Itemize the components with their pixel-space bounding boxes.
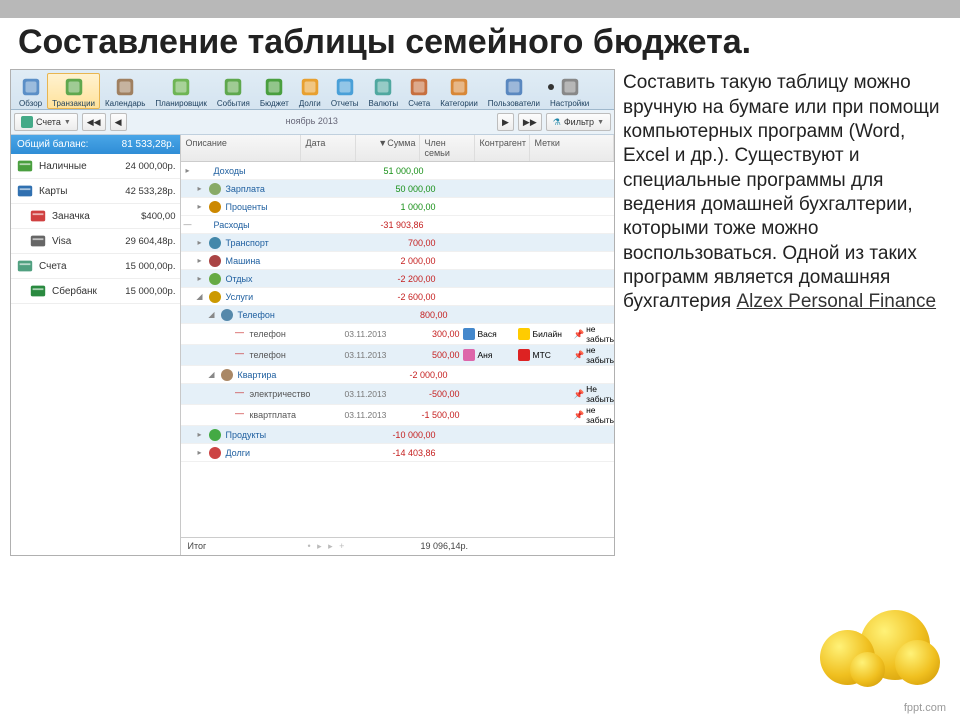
- table-footer: Итог • ▸ ▸ + 19 096,14р.: [181, 537, 614, 555]
- table-row[interactable]: —Расходы-31 903,86: [181, 216, 614, 234]
- account-item[interactable]: Счета15 000,00р.: [11, 254, 180, 279]
- table-row[interactable]: ▸Машина2 000,00: [181, 252, 614, 270]
- table-row[interactable]: ◢Услуги-2 600,00: [181, 288, 614, 306]
- toolbar-categories-button[interactable]: Категории: [435, 73, 483, 109]
- narrative-text: Составить такую таблицу можно вручную на…: [623, 69, 950, 556]
- table-row[interactable]: ▸Зарплата50 000,00: [181, 180, 614, 198]
- app-window: ОбзорТранзакцииКалендарьПланировщикСобыт…: [10, 69, 615, 556]
- bullet-icon: [548, 84, 554, 90]
- slide-title: Составление таблицы семейного бюджета.: [0, 18, 960, 61]
- toolbar-users-button[interactable]: Пользователи: [483, 73, 545, 109]
- next-month-button[interactable]: ▶▶: [518, 113, 542, 131]
- toolbar-debts-button[interactable]: Долги: [294, 73, 326, 109]
- accounts-sidebar: Общий баланс: 81 533,28р. Наличные24 000…: [11, 135, 181, 555]
- table-row[interactable]: —телефон03.11.2013500,00АняМТС📌 не забыт…: [181, 345, 614, 366]
- table-row[interactable]: —телефон03.11.2013300,00ВасяБилайн📌 не з…: [181, 324, 614, 345]
- month-label: ноябрь 2013: [131, 113, 493, 131]
- account-item[interactable]: Карты42 533,28р.: [11, 179, 180, 204]
- next-button[interactable]: ▶: [497, 113, 514, 131]
- coins-illustration: [810, 600, 950, 690]
- toolbar-budget-button[interactable]: Бюджет: [255, 73, 294, 109]
- transactions-table: Описание Дата ▼Сумма Член семьи Контраге…: [181, 135, 614, 555]
- account-item[interactable]: Visa29 604,48р.: [11, 229, 180, 254]
- account-item[interactable]: Заначка$400,00: [11, 204, 180, 229]
- toolbar-reports-button[interactable]: Отчеты: [326, 73, 364, 109]
- table-row[interactable]: ◢Телефон800,00: [181, 306, 614, 324]
- balance-header: Общий баланс: 81 533,28р.: [11, 135, 180, 154]
- table-row[interactable]: —квартплата03.11.2013-1 500,00📌 не забыт…: [181, 405, 614, 426]
- table-row[interactable]: ▸Отдых-2 200,00: [181, 270, 614, 288]
- table-header: Описание Дата ▼Сумма Член семьи Контраге…: [181, 135, 614, 162]
- table-row[interactable]: ▸Проценты1 000,00: [181, 198, 614, 216]
- table-row[interactable]: ◢Квартира-2 000,00: [181, 366, 614, 384]
- toolbar-planner-button[interactable]: Планировщик: [150, 73, 211, 109]
- watermark: fppt.com: [904, 702, 946, 714]
- account-item[interactable]: Наличные24 000,00р.: [11, 154, 180, 179]
- table-row[interactable]: ▸Продукты-10 000,00: [181, 426, 614, 444]
- table-row[interactable]: —электричество03.11.2013-500,00📌 Не забы…: [181, 384, 614, 405]
- alzex-link[interactable]: Alzex Personal Finance: [736, 291, 936, 312]
- account-item[interactable]: Сбербанк15 000,00р.: [11, 279, 180, 304]
- prev-month-button[interactable]: ◀◀: [82, 113, 106, 131]
- toolbar-settings-button[interactable]: Настройки: [545, 73, 594, 109]
- toolbar-calendar-button[interactable]: Календарь: [100, 73, 150, 109]
- toolbar-transactions-button[interactable]: Транзакции: [47, 73, 100, 109]
- table-row[interactable]: ▸Транспорт700,00: [181, 234, 614, 252]
- prev-button[interactable]: ◀: [110, 113, 127, 131]
- table-row[interactable]: ▸Доходы51 000,00: [181, 162, 614, 180]
- toolbar-overview-button[interactable]: Обзор: [14, 73, 47, 109]
- toolbar-events-button[interactable]: События: [212, 73, 255, 109]
- pager-icons[interactable]: • ▸ ▸ +: [307, 541, 346, 552]
- toolbar-currency-button[interactable]: Валюты: [363, 73, 403, 109]
- toolbar-accounts-button[interactable]: Счета: [403, 73, 435, 109]
- accounts-dropdown[interactable]: Счета▼: [14, 113, 78, 131]
- filter-button[interactable]: ⚗Фильтр▼: [546, 113, 611, 131]
- table-row[interactable]: ▸Долги-14 403,86: [181, 444, 614, 462]
- main-toolbar: ОбзорТранзакцииКалендарьПланировщикСобыт…: [11, 70, 614, 110]
- sub-toolbar: Счета▼ ◀◀ ◀ ноябрь 2013 ▶ ▶▶ ⚗Фильтр▼: [11, 110, 614, 135]
